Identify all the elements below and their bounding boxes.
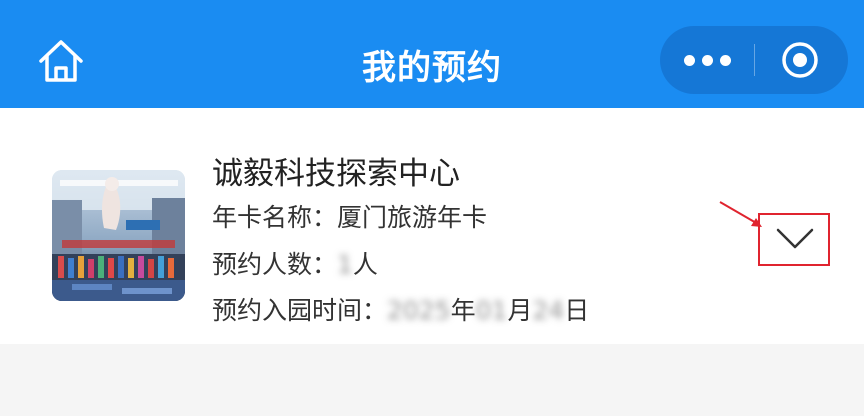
- entry-date-row: 预约入园时间：2025年01月24日: [212, 291, 589, 327]
- capsule-divider: [754, 44, 755, 76]
- entry-date-year-unit: 年: [450, 296, 476, 325]
- entry-date-label: 预约入园时间：: [212, 296, 388, 325]
- venue-thumbnail: [52, 170, 185, 301]
- people-count-value: 1: [337, 250, 353, 279]
- entry-date-month-unit: 月: [507, 296, 533, 325]
- chevron-down-icon: [776, 228, 814, 249]
- entry-date-day-unit: 日: [564, 296, 590, 325]
- card-name-value: 厦门旅游年卡: [337, 203, 488, 232]
- annotation-arrow-icon: [719, 201, 762, 227]
- entry-date-day: 24: [532, 296, 565, 325]
- venue-name: 诚毅科技探索中心: [212, 156, 460, 192]
- close-circle-icon: [782, 42, 818, 78]
- people-count-row: 预约人数：1人: [212, 245, 378, 281]
- card-name-label: 年卡名称：: [212, 203, 338, 232]
- expand-button[interactable]: [758, 213, 830, 266]
- card-name-row: 年卡名称：厦门旅游年卡: [212, 198, 487, 234]
- more-button[interactable]: [684, 50, 732, 70]
- entry-date-month: 01: [475, 296, 508, 325]
- nav-bar: 我的预约: [0, 0, 864, 108]
- people-count-label: 预约人数：: [212, 250, 338, 279]
- close-button[interactable]: [781, 41, 819, 79]
- entry-date-year: 2025: [387, 296, 451, 325]
- mini-program-capsule: [660, 26, 848, 94]
- people-count-unit: 人: [352, 250, 378, 279]
